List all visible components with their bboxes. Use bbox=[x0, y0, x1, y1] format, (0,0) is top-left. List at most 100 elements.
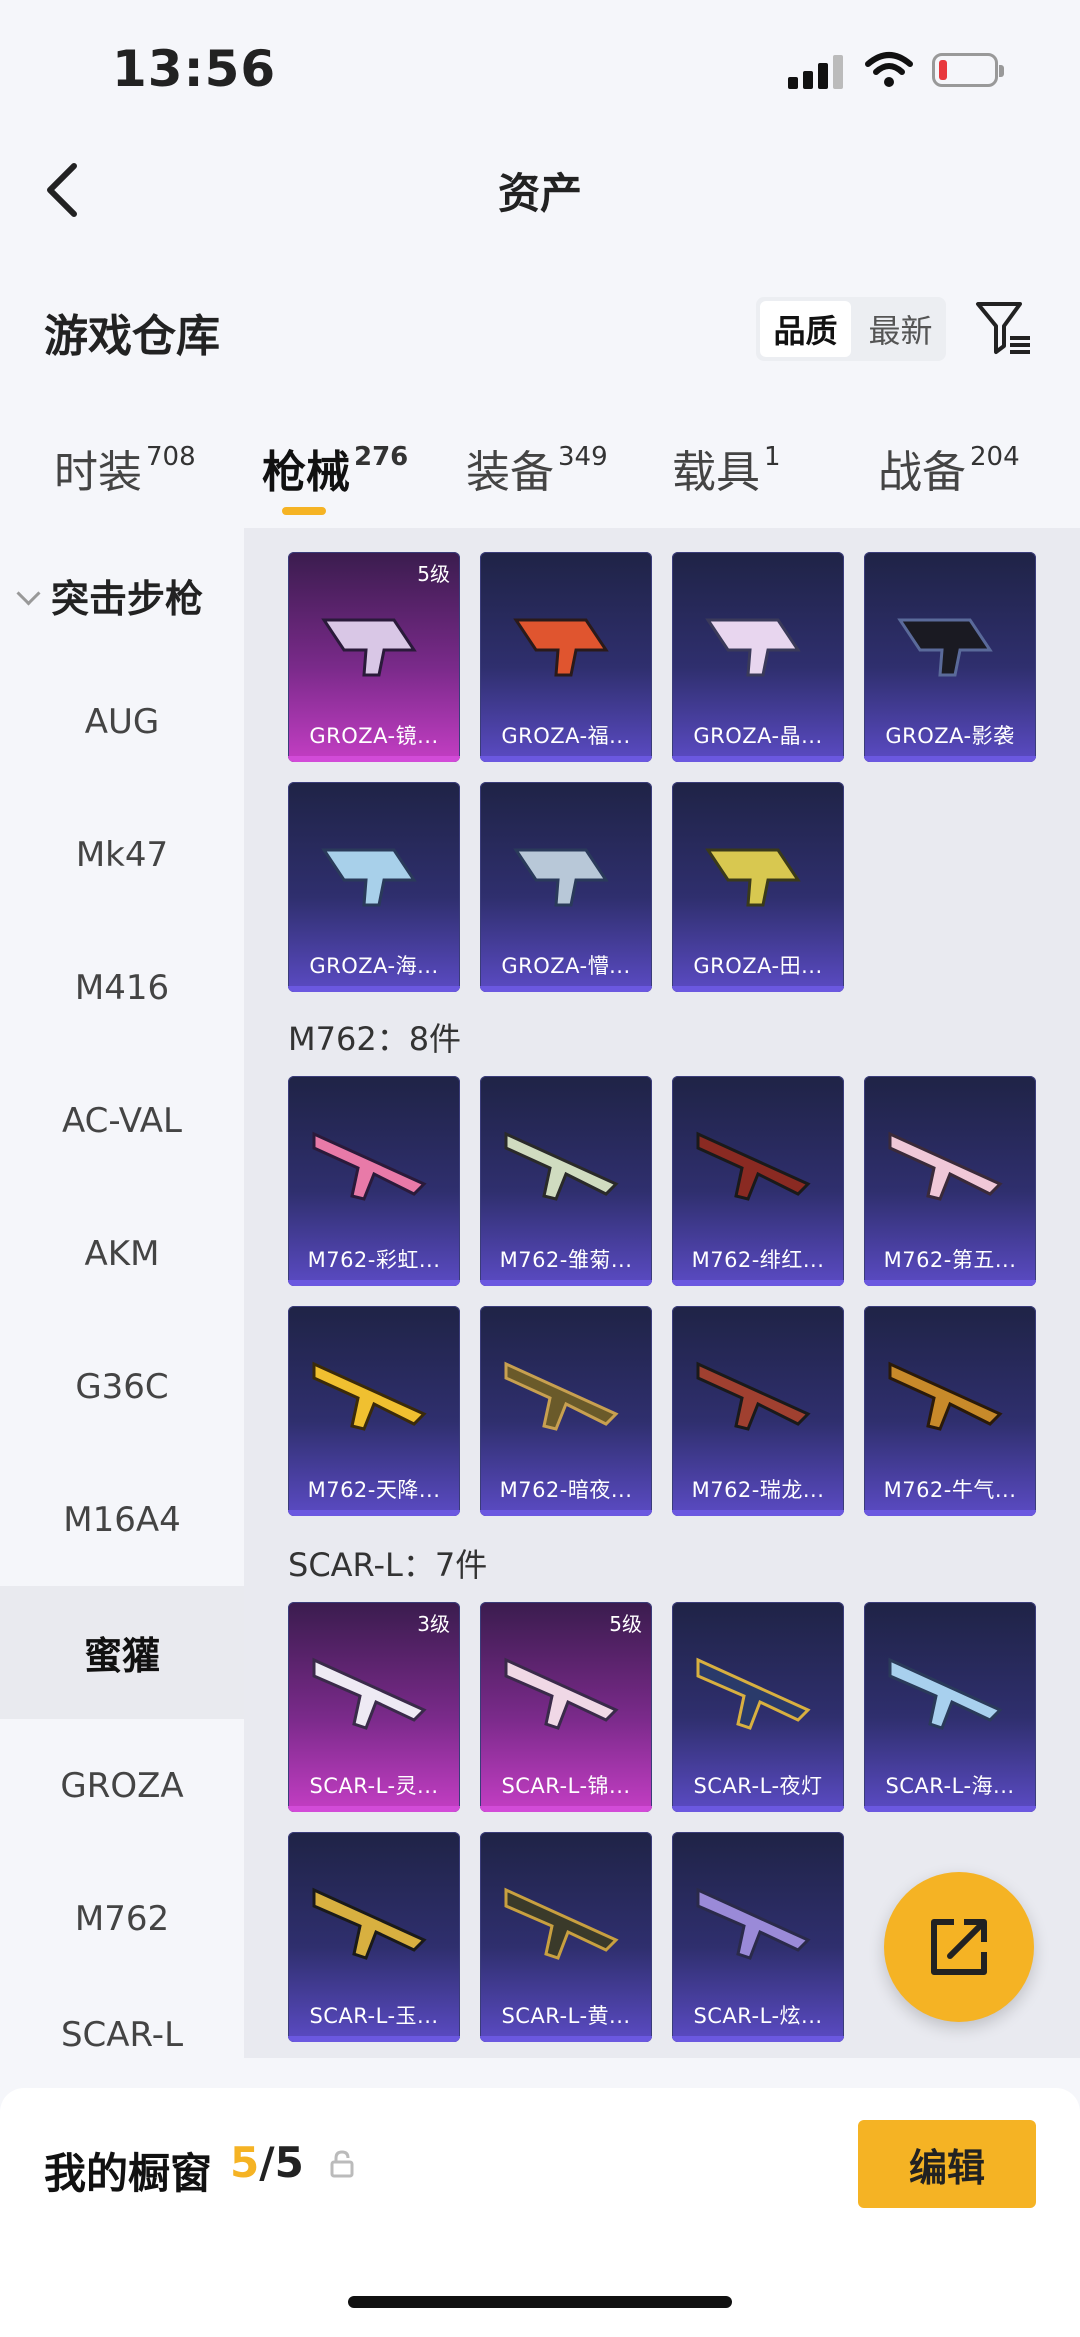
section-title-scar-l: SCAR-L：7件 bbox=[288, 1546, 488, 1584]
showcase-title: 我的橱窗 bbox=[44, 2149, 213, 2198]
level-badge: 5级 bbox=[417, 562, 450, 586]
weapon-card[interactable]: 5级 SCAR-L-锦... bbox=[480, 1602, 652, 1812]
home-indicator bbox=[348, 2296, 732, 2308]
weapon-card[interactable]: SCAR-L-海... bbox=[864, 1602, 1036, 1812]
sidebar-item-m762[interactable]: M762 bbox=[0, 1852, 244, 1985]
weapon-skin-icon bbox=[321, 618, 417, 677]
tab-vehicles[interactable]: 载具 1 bbox=[672, 436, 781, 500]
weapon-skin-icon bbox=[513, 618, 609, 677]
wifi-icon bbox=[865, 52, 913, 87]
weapon-card[interactable]: M762-天降... bbox=[288, 1306, 460, 1516]
cellular-signal-icon bbox=[788, 55, 844, 89]
chevron-down-icon bbox=[16, 581, 41, 606]
weapon-skin-icon bbox=[888, 1131, 1003, 1201]
weapon-card[interactable]: GROZA-晶... bbox=[672, 552, 844, 762]
weapon-skin-icon bbox=[504, 1131, 619, 1201]
sidebar-item-m16a4[interactable]: M16A4 bbox=[0, 1453, 244, 1586]
weapon-name: GROZA-影袭 bbox=[885, 724, 1015, 748]
weapon-skin-icon bbox=[504, 1361, 619, 1431]
edit-button[interactable]: 编辑 bbox=[858, 2120, 1036, 2208]
sidebar-item-akm[interactable]: AKM bbox=[0, 1187, 244, 1320]
share-button[interactable] bbox=[884, 1872, 1034, 2022]
weapon-name: M762-牛气... bbox=[883, 1478, 1017, 1502]
weapon-card[interactable]: GROZA-海... bbox=[288, 782, 460, 992]
weapon-skin-icon bbox=[513, 848, 609, 907]
sidebar-group-assault-rifles[interactable]: 突击步枪 bbox=[16, 568, 203, 623]
weapon-name: SCAR-L-炫... bbox=[693, 2004, 823, 2028]
sidebar-item-groza[interactable]: GROZA bbox=[0, 1719, 244, 1852]
weapon-card[interactable]: SCAR-L-黄... bbox=[480, 1832, 652, 2042]
weapon-card[interactable]: SCAR-L-夜灯 bbox=[672, 1602, 844, 1812]
weapon-skin-icon bbox=[321, 848, 417, 907]
weapon-name: SCAR-L-黄... bbox=[501, 2004, 631, 2028]
share-icon bbox=[931, 1919, 987, 1975]
weapon-name: M762-彩虹... bbox=[307, 1248, 441, 1272]
weapon-name: GROZA-晶... bbox=[693, 724, 823, 748]
sidebar-item-ac-val[interactable]: AC-VAL bbox=[0, 1054, 244, 1187]
sidebar-item-aug[interactable]: AUG bbox=[0, 655, 244, 788]
weapon-skin-icon bbox=[312, 1657, 427, 1730]
weapon-name: SCAR-L-海... bbox=[885, 1774, 1015, 1798]
battery-icon bbox=[932, 53, 1004, 87]
weapon-name: SCAR-L-夜灯 bbox=[693, 1774, 823, 1798]
weapon-card[interactable]: M762-绯红... bbox=[672, 1076, 844, 1286]
weapon-sidebar: 突击步枪 AUG Mk47 M416 AC-VAL AKM G36C M16A4… bbox=[0, 528, 244, 2058]
weapon-name: M762-雏菊... bbox=[499, 1248, 633, 1272]
weapon-card[interactable]: M762-瑞龙... bbox=[672, 1306, 844, 1516]
weapon-card[interactable]: 5级 GROZA-镜... bbox=[288, 552, 460, 762]
weapon-card[interactable]: SCAR-L-玉... bbox=[288, 1832, 460, 2042]
weapon-skin-icon bbox=[504, 1657, 619, 1730]
level-badge: 3级 bbox=[417, 1612, 450, 1636]
tab-supplies[interactable]: 战备 204 bbox=[878, 436, 1020, 500]
weapon-card[interactable]: GROZA-福... bbox=[480, 552, 652, 762]
weapon-card[interactable]: M762-暗夜... bbox=[480, 1306, 652, 1516]
status-time: 13:56 bbox=[112, 40, 277, 98]
weapon-skin-icon bbox=[696, 1657, 811, 1730]
weapon-card[interactable]: M762-雏菊... bbox=[480, 1076, 652, 1286]
weapon-card[interactable]: 3级 SCAR-L-灵... bbox=[288, 1602, 460, 1812]
weapon-skin-icon bbox=[312, 1361, 427, 1431]
weapon-name: GROZA-懵... bbox=[501, 954, 631, 978]
sort-latest-button[interactable]: 最新 bbox=[855, 297, 946, 361]
section-title-m762: M762：8件 bbox=[288, 1020, 462, 1058]
weapon-skin-icon bbox=[705, 618, 801, 677]
status-bar: 13:56 bbox=[0, 0, 1080, 130]
sidebar-item-honey-badger[interactable]: 蜜獾 bbox=[0, 1586, 244, 1719]
weapon-skin-icon bbox=[696, 1887, 811, 1960]
tab-firearms[interactable]: 枪械 276 bbox=[262, 436, 408, 500]
sort-quality-button[interactable]: 品质 bbox=[760, 301, 851, 357]
warehouse-title: 游戏仓库 bbox=[44, 311, 220, 362]
weapon-name: SCAR-L-锦... bbox=[501, 1774, 631, 1798]
weapon-card[interactable]: SCAR-L-炫... bbox=[672, 1832, 844, 2042]
filter-icon[interactable] bbox=[974, 298, 1034, 358]
weapon-name: SCAR-L-玉... bbox=[309, 2004, 439, 2028]
showcase-count: 5/5 bbox=[230, 2138, 304, 2187]
weapon-grid: 5级 GROZA-镜... GROZA-福... GROZA-晶... GROZ… bbox=[244, 528, 1080, 2058]
weapon-skin-icon bbox=[504, 1887, 619, 1960]
weapon-skin-icon bbox=[897, 618, 993, 677]
tab-equipment[interactable]: 装备 349 bbox=[466, 436, 608, 500]
weapon-name: M762-第五... bbox=[883, 1248, 1017, 1272]
weapon-card[interactable]: GROZA-田... bbox=[672, 782, 844, 992]
weapon-name: M762-绯红... bbox=[691, 1248, 825, 1272]
weapon-card[interactable]: GROZA-懵... bbox=[480, 782, 652, 992]
weapon-card[interactable]: GROZA-影袭 bbox=[864, 552, 1036, 762]
page-title: 资产 bbox=[497, 169, 582, 218]
weapon-skin-icon bbox=[312, 1131, 427, 1201]
sidebar-item-g36c[interactable]: G36C bbox=[0, 1320, 244, 1453]
weapon-skin-icon bbox=[312, 1887, 427, 1960]
weapon-name: GROZA-海... bbox=[309, 954, 439, 978]
weapon-name: M762-瑞龙... bbox=[691, 1478, 825, 1502]
weapon-name: M762-暗夜... bbox=[499, 1478, 633, 1502]
level-badge: 5级 bbox=[609, 1612, 642, 1636]
weapon-card[interactable]: M762-第五... bbox=[864, 1076, 1036, 1286]
weapon-skin-icon bbox=[696, 1131, 811, 1201]
sort-toggle: 品质 最新 bbox=[756, 297, 946, 361]
weapon-skin-icon bbox=[705, 848, 801, 907]
sidebar-item-m416[interactable]: M416 bbox=[0, 921, 244, 1054]
sidebar-item-mk47[interactable]: Mk47 bbox=[0, 788, 244, 921]
weapon-card[interactable]: M762-牛气... bbox=[864, 1306, 1036, 1516]
sidebar-item-scar-l[interactable]: SCAR-L bbox=[0, 1968, 244, 2058]
weapon-card[interactable]: M762-彩虹... bbox=[288, 1076, 460, 1286]
tab-fashion[interactable]: 时装 708 bbox=[54, 436, 196, 500]
